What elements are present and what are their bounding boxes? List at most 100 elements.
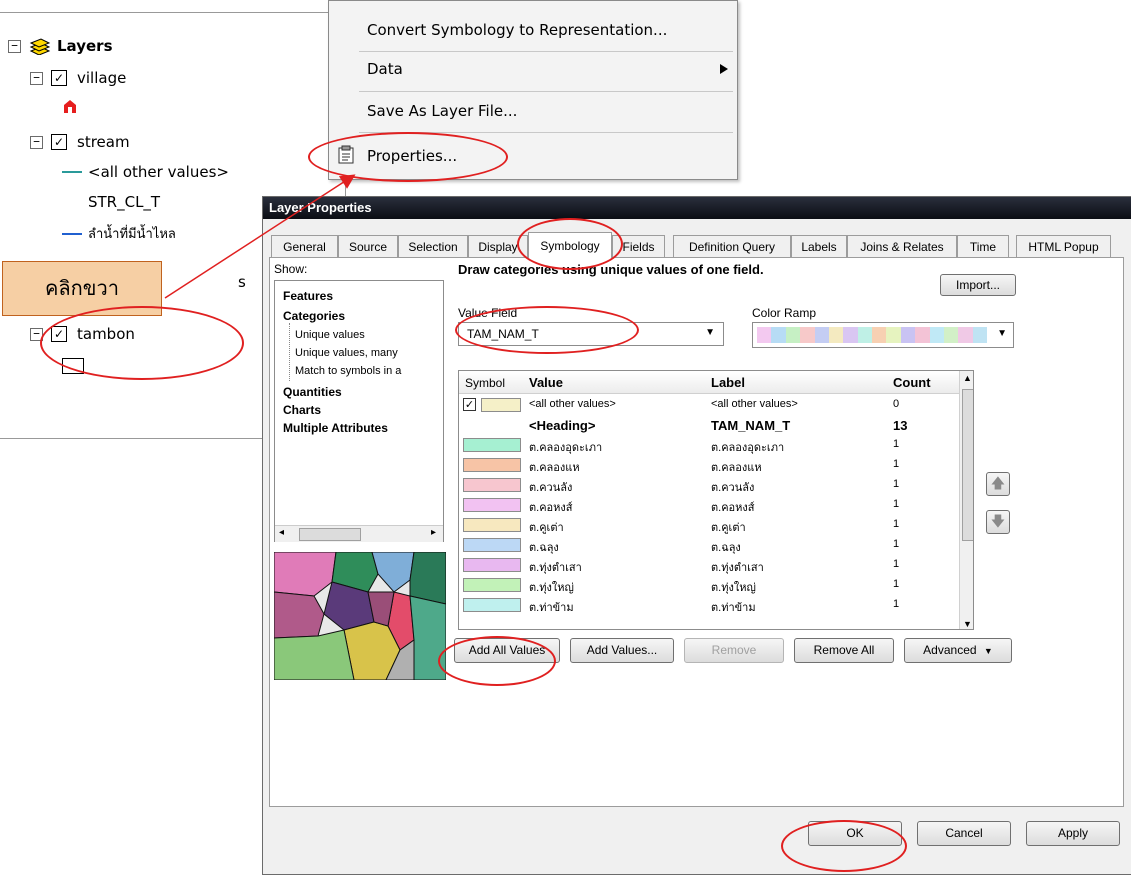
table-vscrollbar[interactable]: ▲ ▼ xyxy=(959,371,973,629)
row-symbol-swatch[interactable] xyxy=(463,478,521,492)
show-tree-item-unique-values-many[interactable]: Unique values, many xyxy=(295,347,398,359)
scroll-up-icon[interactable]: ▲ xyxy=(963,373,972,383)
color-ramp-swatch xyxy=(900,327,916,343)
scroll-down-icon[interactable]: ▼ xyxy=(963,619,972,629)
table-row[interactable]: ต.ท่าข้าม ต.ท่าข้าม 1 xyxy=(459,595,959,615)
table-row[interactable]: ต.ทุ่งตำเสา ต.ทุ่งตำเสา 1 xyxy=(459,555,959,575)
tab-fields[interactable]: Fields xyxy=(612,235,665,257)
import-button[interactable]: Import... xyxy=(940,274,1016,296)
row-symbol-swatch[interactable] xyxy=(463,578,521,592)
show-tree-item-charts[interactable]: Charts xyxy=(283,403,321,417)
table-row[interactable]: ต.คูเต่า ต.คูเต่า 1 xyxy=(459,515,959,535)
row-symbol-swatch[interactable] xyxy=(463,538,521,552)
line-symbol-icon xyxy=(62,171,82,173)
tab-general[interactable]: General xyxy=(271,235,338,257)
color-ramp-swatch xyxy=(814,327,829,343)
menu-item-convert-symbology[interactable]: Convert Symbology to Representation... xyxy=(367,21,667,39)
tree-connector xyxy=(289,323,291,381)
dropdown-arrow-icon[interactable]: ▼ xyxy=(997,328,1007,339)
row-symbol-swatch[interactable] xyxy=(463,438,521,452)
show-tree-item-categories[interactable]: Categories xyxy=(283,309,345,323)
scroll-left-icon[interactable]: ◂ xyxy=(279,527,284,538)
col-header-label[interactable]: Label xyxy=(711,375,745,390)
advanced-button[interactable]: Advanced ▼ xyxy=(904,638,1012,663)
show-tree-item-features[interactable]: Features xyxy=(283,289,333,303)
row-checkbox[interactable]: ✓ xyxy=(463,398,476,411)
scroll-thumb[interactable] xyxy=(299,528,361,541)
add-values-button[interactable]: Add Values... xyxy=(570,638,674,663)
menu-item-save-layer-file[interactable]: Save As Layer File... xyxy=(367,102,517,120)
collapse-icon[interactable]: − xyxy=(8,39,21,53)
scroll-right-icon[interactable]: ▸ xyxy=(431,527,436,538)
tab-source[interactable]: Source xyxy=(338,235,398,257)
row-label: ต.ทุ่งใหญ่ xyxy=(711,582,756,594)
row-symbol-swatch[interactable] xyxy=(481,398,521,412)
symbology-description: Draw categories using unique values of o… xyxy=(458,262,764,277)
show-tree-hscrollbar[interactable]: ◂ ▸ xyxy=(275,525,443,542)
tab-joins-relates[interactable]: Joins & Relates xyxy=(847,235,957,257)
remove-button[interactable]: Remove xyxy=(684,638,784,663)
color-ramp-swatch xyxy=(843,327,858,343)
row-symbol-swatch[interactable] xyxy=(463,598,521,612)
show-tree-item-quantities[interactable]: Quantities xyxy=(283,385,342,399)
scroll-thumb[interactable] xyxy=(962,389,973,541)
value-field-select[interactable]: TAM_NAM_T ▼ xyxy=(458,322,724,346)
table-row[interactable]: ต.ควนลัง ต.ควนลัง 1 xyxy=(459,475,959,495)
toc-layer-tambon[interactable]: − ✓ tambon xyxy=(30,325,135,343)
tab-definition-query[interactable]: Definition Query xyxy=(673,235,791,257)
row-label: ต.ท่าข้าม xyxy=(711,602,756,614)
tab-html-popup[interactable]: HTML Popup xyxy=(1016,235,1111,257)
table-heading-row[interactable]: <Heading> TAM_NAM_T 13 xyxy=(459,415,959,435)
show-tree-item-unique-values[interactable]: Unique values xyxy=(295,329,365,341)
show-tree-item-multiple-attributes[interactable]: Multiple Attributes xyxy=(283,421,388,435)
table-row[interactable]: ต.คลองแห ต.คลองแห 1 xyxy=(459,455,959,475)
menu-item-data[interactable]: Data xyxy=(367,60,403,78)
color-ramp-select[interactable]: ▼ xyxy=(752,322,1014,348)
cancel-button[interactable]: Cancel xyxy=(917,821,1011,846)
layer-checkbox[interactable]: ✓ xyxy=(51,70,67,86)
tab-display[interactable]: Display xyxy=(468,235,528,257)
tab-symbology[interactable]: Symbology xyxy=(528,232,612,258)
color-ramp-swatch xyxy=(785,327,801,343)
table-row[interactable]: ✓ <all other values> <all other values> 0 xyxy=(459,395,959,415)
col-header-value[interactable]: Value xyxy=(529,375,563,390)
row-value: ต.คลองอุดะเภา xyxy=(529,442,603,454)
toc-root[interactable]: − Layers xyxy=(8,37,113,55)
layer-checkbox[interactable]: ✓ xyxy=(51,134,67,150)
row-count: 0 xyxy=(893,398,900,410)
tab-labels[interactable]: Labels xyxy=(791,235,847,257)
toc-layer-stream[interactable]: − ✓ stream xyxy=(30,133,130,151)
show-tree-item-match-to-symbols[interactable]: Match to symbols in a xyxy=(295,365,443,377)
collapse-icon[interactable]: − xyxy=(30,327,43,341)
row-symbol-swatch[interactable] xyxy=(463,518,521,532)
ok-button[interactable]: OK xyxy=(808,821,902,846)
row-label: ต.คลองแห xyxy=(711,462,762,474)
row-value: <all other values> xyxy=(529,398,616,410)
apply-button[interactable]: Apply xyxy=(1026,821,1120,846)
collapse-icon[interactable]: − xyxy=(30,71,43,85)
row-symbol-swatch[interactable] xyxy=(463,498,521,512)
row-symbol-swatch[interactable] xyxy=(463,558,521,572)
row-symbol-swatch[interactable] xyxy=(463,458,521,472)
layer-name: stream xyxy=(77,133,130,151)
dropdown-arrow-icon[interactable]: ▼ xyxy=(705,327,715,338)
dialog-title-bar[interactable]: Layer Properties xyxy=(263,197,1131,219)
layer-checkbox[interactable]: ✓ xyxy=(51,326,67,342)
tab-selection[interactable]: Selection xyxy=(398,235,468,257)
color-ramp-swatch xyxy=(943,327,959,343)
color-ramp-swatch xyxy=(929,327,944,343)
collapse-icon[interactable]: − xyxy=(30,135,43,149)
table-row[interactable]: ต.ฉลุง ต.ฉลุง 1 xyxy=(459,535,959,555)
move-up-button[interactable]: 🡅 xyxy=(986,472,1010,496)
move-down-button[interactable]: 🡇 xyxy=(986,510,1010,534)
toc-layer-village[interactable]: − ✓ village xyxy=(30,69,126,87)
add-all-values-button[interactable]: Add All Values xyxy=(454,638,560,663)
table-row[interactable]: ต.คอหงส์ ต.คอหงส์ 1 xyxy=(459,495,959,515)
menu-item-properties[interactable]: Properties... xyxy=(367,147,457,165)
table-row[interactable]: ต.คลองอุดะเภา ต.คลองอุดะเภา 1 xyxy=(459,435,959,455)
col-header-symbol[interactable]: Symbol xyxy=(465,376,505,390)
remove-all-button[interactable]: Remove All xyxy=(794,638,894,663)
table-row[interactable]: ต.ทุ่งใหญ่ ต.ทุ่งใหญ่ 1 xyxy=(459,575,959,595)
col-header-count[interactable]: Count xyxy=(893,375,931,390)
tab-time[interactable]: Time xyxy=(957,235,1009,257)
